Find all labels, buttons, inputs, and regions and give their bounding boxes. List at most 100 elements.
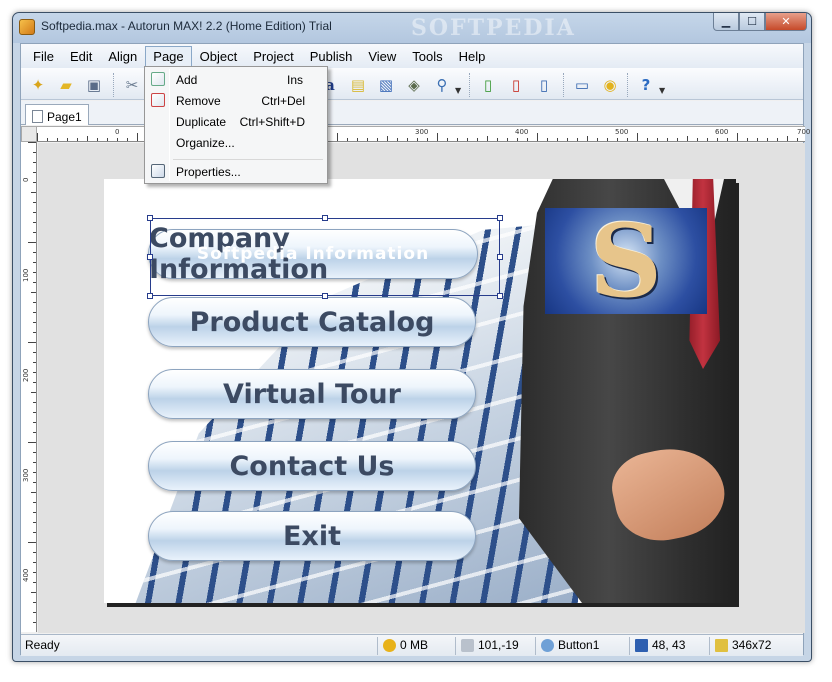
resize-handle[interactable] (497, 215, 503, 221)
zoom-dropdown-icon[interactable]: ▼ (455, 86, 461, 95)
ruler-tick (33, 202, 36, 203)
ruler-tick (33, 172, 36, 173)
menu-help[interactable]: Help (451, 46, 494, 67)
ruler-tick (33, 332, 36, 333)
ruler-tick (437, 133, 438, 141)
ruler-tick (33, 222, 36, 223)
menu-publish[interactable]: Publish (302, 46, 361, 67)
resize-handle[interactable] (147, 254, 153, 260)
menu-item-properties[interactable]: Properties... (147, 161, 325, 182)
ruler-tick (737, 133, 738, 141)
menu-item-duplicate[interactable]: Duplicate Ctrl+Shift+D (147, 111, 325, 132)
button-virtual-tour[interactable]: Virtual Tour (148, 369, 476, 419)
ruler-tick (577, 138, 578, 141)
cut-icon[interactable]: ✂ (121, 74, 143, 96)
zoom-icon[interactable]: ⚲ (431, 74, 453, 96)
image-tool-icon[interactable]: ▧ (375, 74, 397, 96)
menu-object[interactable]: Object (192, 46, 246, 67)
memory-indicator: 0 MB (383, 638, 428, 652)
menu-view[interactable]: View (360, 46, 404, 67)
ruler-tick (137, 133, 138, 141)
menu-item-add[interactable]: Add Ins (147, 69, 325, 90)
ruler-tick (31, 492, 36, 493)
button-exit[interactable]: Exit (148, 511, 476, 561)
save-icon[interactable]: ▣ (83, 74, 105, 96)
menu-align[interactable]: Align (100, 46, 145, 67)
help-dropdown-icon[interactable]: ▼ (659, 86, 665, 95)
ruler-tick (33, 552, 36, 553)
ruler-tick (567, 138, 568, 141)
delete-page-icon[interactable]: ▯ (505, 74, 527, 96)
menu-project[interactable]: Project (245, 46, 301, 67)
new-page-icon[interactable]: ▯ (477, 74, 499, 96)
ruler-label: 200 (22, 368, 30, 382)
ruler-tick (33, 232, 36, 233)
minimize-icon: ▁ (721, 15, 731, 28)
ruler-tick (357, 138, 358, 141)
resize-handle[interactable] (147, 293, 153, 299)
button-contact-us[interactable]: Contact Us (148, 441, 476, 491)
ruler-tick (31, 392, 36, 393)
ruler-tick (67, 138, 68, 141)
menu-label: Properties... (176, 164, 241, 179)
vertical-ruler[interactable]: 0 100 200 300 400 (21, 142, 37, 632)
status-text: Ready (25, 638, 60, 652)
menu-shortcut: Ins (286, 72, 303, 87)
menu-label: Add (176, 72, 198, 87)
preview-page-icon[interactable]: ▯ (533, 74, 555, 96)
close-button[interactable]: ✕ (765, 13, 807, 31)
ruler-tick (447, 138, 448, 141)
menu-edit[interactable]: Edit (62, 46, 100, 67)
computer-icon[interactable]: ▭ (571, 74, 593, 96)
resize-handle[interactable] (322, 293, 328, 299)
ruler-tick (727, 138, 728, 141)
position-icon (635, 638, 648, 652)
ruler-tick (33, 532, 36, 533)
ruler-tick (457, 138, 458, 141)
ruler-tick (667, 138, 668, 141)
resize-handle[interactable] (497, 293, 503, 299)
ruler-tick (28, 342, 36, 343)
ruler-tick (33, 462, 36, 463)
cd-icon[interactable]: ◉ (599, 74, 621, 96)
ruler-label: 500 (615, 128, 629, 136)
title-bar[interactable]: Softpedia.max - Autorun MAX! 2.2 (Home E… (13, 13, 811, 41)
video-tool-icon[interactable]: ◈ (403, 74, 425, 96)
status-label: Ready (25, 638, 60, 652)
ruler-tick (607, 138, 608, 141)
menu-file[interactable]: File (25, 46, 62, 67)
tab-page1[interactable]: Page1 (25, 104, 89, 125)
button-product-catalog[interactable]: Product Catalog (148, 297, 476, 347)
ruler-tick (33, 372, 36, 373)
ruler-tick (37, 133, 38, 141)
maximize-button[interactable]: ☐ (739, 13, 765, 31)
menu-item-remove[interactable]: Remove Ctrl+Del (147, 90, 325, 111)
size-icon (715, 638, 728, 652)
open-folder-icon[interactable]: ▰ (55, 74, 77, 96)
menu-tools[interactable]: Tools (404, 46, 450, 67)
ruler-tick (417, 138, 418, 141)
ruler-tick (33, 282, 36, 283)
ruler-tick (337, 133, 338, 141)
design-canvas[interactable]: S Company Information Softpedia Informat… (38, 143, 805, 633)
ruler-tick (28, 242, 36, 243)
wand-icon[interactable]: ✦ (27, 74, 49, 96)
resize-handle[interactable] (147, 215, 153, 221)
softpedia-logo-image[interactable]: S (545, 208, 707, 314)
ruler-tick (787, 136, 788, 141)
menu-item-organize[interactable]: Organize... (147, 132, 325, 153)
ruler-tick (377, 138, 378, 141)
resize-handle[interactable] (322, 215, 328, 221)
size-indicator: 346x72 (715, 638, 771, 652)
note-icon[interactable]: ▤ (347, 74, 369, 96)
ruler-tick (497, 138, 498, 141)
page-canvas[interactable]: S Company Information Softpedia Informat… (104, 179, 736, 603)
ruler-label: 300 (22, 468, 30, 482)
remove-page-icon (151, 93, 165, 107)
selection-frame[interactable] (147, 215, 503, 299)
minimize-button[interactable]: ▁ (713, 13, 739, 31)
help-icon[interactable]: ? (635, 74, 657, 96)
ruler-tick (527, 138, 528, 141)
resize-handle[interactable] (497, 254, 503, 260)
menu-page[interactable]: Page (145, 45, 192, 67)
